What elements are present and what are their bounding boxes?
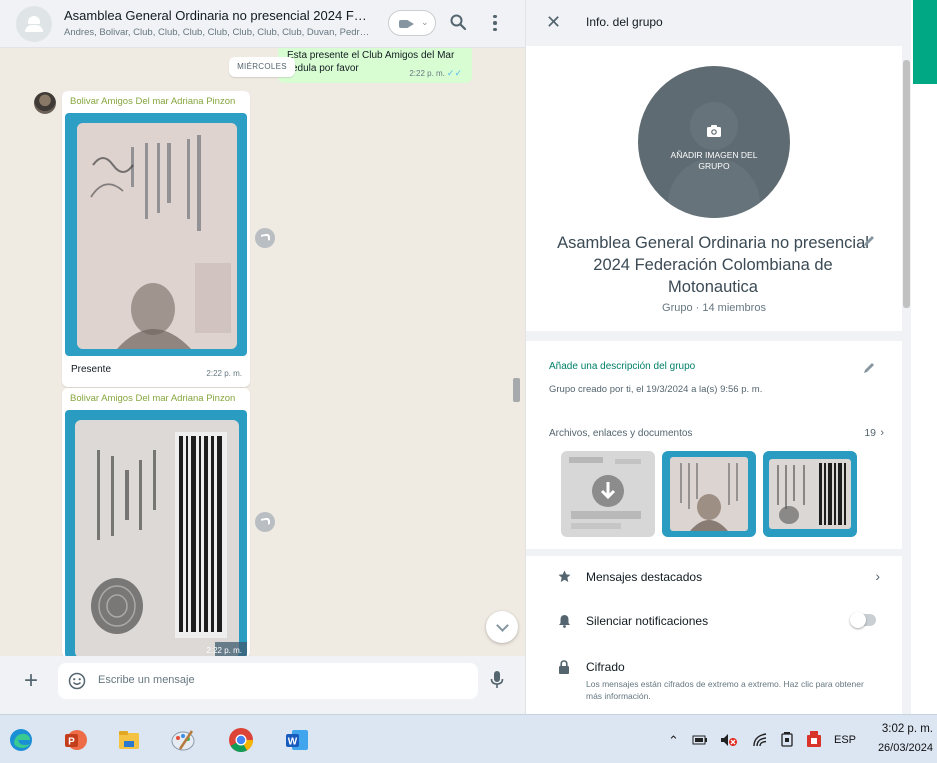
chat-scrollbar[interactable] <box>513 378 520 402</box>
image-message[interactable]: Bolivar Amigos Del mar Adriana Pinzon <box>62 91 250 387</box>
edit-name-pencil-icon[interactable] <box>862 234 876 248</box>
input-language[interactable]: ESP <box>834 734 856 746</box>
media-thumbnail[interactable] <box>662 451 756 537</box>
clock-date[interactable]: 26/03/2024 <box>878 742 933 754</box>
office-notification-icon[interactable] <box>806 730 822 748</box>
forward-icon[interactable] <box>255 228 275 248</box>
message-time: 2:22 p. m. <box>206 369 242 378</box>
taskbar: P W ⌃ ESP 3:02 p. m. 26/03/2024 <box>0 714 937 763</box>
menu-icon[interactable] <box>489 13 501 33</box>
chat-members[interactable]: Andres, Bolivar, Club, Club, Club, Club,… <box>64 27 374 38</box>
close-icon[interactable]: ✕ <box>546 12 561 33</box>
edit-description-pencil-icon[interactable] <box>862 361 876 375</box>
tablet-mode-icon[interactable] <box>780 731 794 747</box>
edge-icon[interactable] <box>8 727 34 753</box>
starred-messages-item[interactable]: Mensajes destacados › <box>526 558 902 598</box>
outgoing-message[interactable]: Esta presente el Club Amigos del Mar ced… <box>278 48 472 83</box>
message-time: 2:22 p. m. <box>206 646 242 655</box>
chrome-icon[interactable] <box>228 727 254 753</box>
powerpoint-icon[interactable]: P <box>62 727 88 753</box>
starred-messages-label: Mensajes destacados <box>586 570 703 584</box>
svg-text:W: W <box>288 737 298 748</box>
info-title: Info. del grupo <box>586 15 663 29</box>
add-group-photo-label: AÑADIR IMAGEN DEL GRUPO <box>670 150 758 171</box>
group-about-card: Añade una descripción del grupo Grupo cr… <box>526 341 902 549</box>
wifi-icon[interactable] <box>752 733 768 747</box>
volume-muted-icon[interactable] <box>720 733 738 747</box>
mute-notifications-item[interactable]: Silenciar notificaciones <box>526 602 902 642</box>
lock-icon <box>559 660 569 674</box>
chat-header[interactable]: Asamblea General Ordinaria no presencial… <box>0 0 525 48</box>
emoji-icon[interactable] <box>68 672 86 690</box>
clock-time[interactable]: 3:02 p. m. <box>882 723 933 735</box>
group-info-pane: ✕ Info. del grupo AÑADIR IMAGEN DEL GRUP… <box>525 0 912 714</box>
chevron-right-icon[interactable]: › <box>880 427 884 439</box>
outgoing-message-time: 2:22 p. m. ✓✓ <box>409 68 462 78</box>
image-message[interactable]: Bolivar Amigos Del mar Adriana Pinzon <box>62 388 250 656</box>
media-files-count[interactable]: 19 <box>864 427 876 439</box>
media-thumbnail[interactable] <box>561 451 655 537</box>
chevron-right-icon: › <box>875 568 880 584</box>
message-input[interactable]: Escribe un mensaje <box>58 663 478 699</box>
add-description-link[interactable]: Añade una descripción del grupo <box>549 361 695 372</box>
info-scrollbar-thumb[interactable] <box>903 60 910 308</box>
message-list[interactable]: Esta presente el Club Amigos del Mar ced… <box>0 48 525 656</box>
star-icon <box>558 570 571 582</box>
mute-notifications-label: Silenciar notificaciones <box>586 614 709 628</box>
message-input-placeholder: Escribe un mensaje <box>98 674 195 686</box>
microphone-icon[interactable] <box>490 670 504 690</box>
scroll-down-button[interactable] <box>486 611 518 643</box>
search-icon[interactable] <box>449 13 467 31</box>
date-divider: MIÉRCOLES <box>229 57 295 77</box>
add-group-photo-button[interactable]: AÑADIR IMAGEN DEL GRUPO <box>638 66 790 218</box>
group-avatar[interactable] <box>16 6 52 42</box>
video-call-button[interactable]: ⌄ <box>388 10 436 36</box>
double-check-icon: ✓✓ <box>446 68 462 78</box>
screen: Asamblea General Ordinaria no presencial… <box>0 0 937 763</box>
group-profile-card: AÑADIR IMAGEN DEL GRUPO Asamblea General… <box>526 46 902 331</box>
group-name: Asamblea General Ordinaria no presencial… <box>557 234 869 296</box>
media-files-label[interactable]: Archivos, enlaces y documentos <box>549 428 692 439</box>
chevron-up-icon[interactable]: ⌃ <box>668 733 679 749</box>
message-caption: Presente <box>71 364 112 375</box>
message-sender[interactable]: Bolivar Amigos Del mar Adriana Pinzon <box>70 393 235 404</box>
mute-toggle[interactable] <box>850 612 876 628</box>
media-thumbnail[interactable] <box>763 451 857 537</box>
battery-icon[interactable] <box>692 735 708 745</box>
svg-text:P: P <box>68 737 75 748</box>
info-header: ✕ Info. del grupo <box>526 0 912 46</box>
video-camera-icon <box>399 20 414 28</box>
group-member-count: Grupo · 14 miembros <box>662 302 766 314</box>
id-card-photo[interactable] <box>65 113 247 356</box>
attach-plus-icon[interactable]: + <box>24 669 38 693</box>
group-created-info: Grupo creado por ti, el 19/3/2024 a la(s… <box>549 384 763 395</box>
camera-icon <box>707 125 721 137</box>
message-sender[interactable]: Bolivar Amigos Del mar Adriana Pinzon <box>70 96 235 107</box>
group-options-card: Mensajes destacados › Silenciar notifica… <box>526 556 902 714</box>
chevron-down-icon: ⌄ <box>421 17 429 27</box>
window-edge <box>911 0 937 714</box>
encryption-description[interactable]: Los mensajes están cifrados de extremo a… <box>586 678 866 702</box>
encryption-label: Cifrado <box>586 660 625 674</box>
sender-avatar[interactable] <box>34 92 56 114</box>
bell-icon <box>559 615 570 628</box>
word-icon[interactable]: W <box>284 727 310 753</box>
paint-icon[interactable] <box>170 727 196 753</box>
file-explorer-icon[interactable] <box>116 727 142 753</box>
forward-icon[interactable] <box>255 512 275 532</box>
id-card-photo[interactable] <box>65 410 247 656</box>
composer: + Escribe un mensaje <box>0 656 525 714</box>
chat-title[interactable]: Asamblea General Ordinaria no presencial… <box>64 8 374 23</box>
chat-pane: Asamblea General Ordinaria no presencial… <box>0 0 525 714</box>
